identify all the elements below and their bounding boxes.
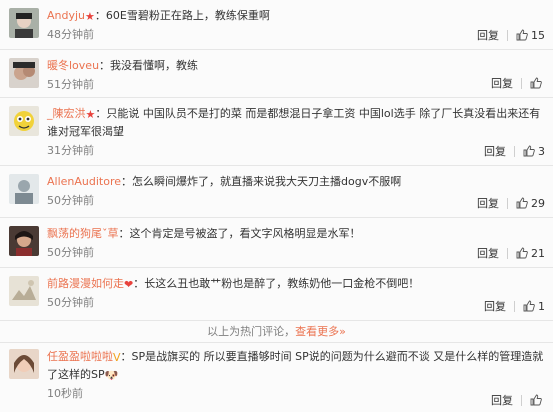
reply-button[interactable]: 回复 (484, 143, 506, 159)
avatar[interactable] (9, 58, 39, 88)
star-badge-icon: ★ (85, 10, 95, 23)
see-more-link[interactable]: 查看更多» (295, 325, 346, 338)
avatar[interactable] (9, 276, 39, 306)
like-count: 29 (531, 196, 545, 210)
action-divider (507, 197, 508, 209)
username-link[interactable]: _陳宏洪 (47, 107, 86, 120)
comment-text: 这个肯定是号被盗了，看文字风格明显是水军！ (129, 227, 361, 240)
comment-time: 50分钟前 (47, 194, 94, 207)
comment-item: AllenAuditore：怎么瞬间爆炸了，就直播来说我大天刀主播dogv不服啊… (0, 166, 553, 218)
username-link[interactable]: 前路漫漫如何走 (47, 277, 124, 290)
action-divider (521, 394, 522, 406)
avatar[interactable] (9, 226, 39, 256)
action-divider (521, 77, 522, 89)
like-count: 21 (531, 246, 545, 260)
comment-time: 51分钟前 (47, 78, 94, 91)
reply-button[interactable]: 回复 (477, 195, 499, 211)
comment-time: 50分钟前 (47, 296, 94, 309)
comment-time: 31分钟前 (47, 144, 94, 157)
thumbs-up-icon[interactable] (516, 247, 528, 259)
avatar[interactable] (9, 8, 39, 38)
action-divider (514, 145, 515, 157)
comment-text: 长这么丑也敢艹粉也是醉了，教练奶他一口金枪不倒吧！ (144, 277, 420, 290)
vip-badge-icon: V (113, 351, 121, 364)
heart-badge-icon: ❤ (124, 278, 134, 291)
thumbs-up-icon[interactable] (523, 145, 535, 157)
thumbs-up-icon[interactable] (530, 77, 542, 89)
comment-text: 怎么瞬间爆炸了，就直播来说我大天刀主播dogv不服啊 (132, 175, 402, 188)
comment-text: 我没看懂啊，教练 (110, 59, 199, 72)
comment-item: 飘荡的狗尾ˇ草：这个肯定是号被盗了，看文字风格明显是水军！ 50分钟前 回复 2… (0, 218, 553, 268)
like-count: 1 (538, 299, 545, 313)
username-link[interactable]: Andyju (47, 9, 85, 22)
comment-text: 60E雪碧粉正在路上，教练保重啊 (105, 9, 270, 22)
action-divider (514, 300, 515, 312)
thumbs-up-icon[interactable] (516, 197, 528, 209)
hot-comments-bar: 以上为热门评论，查看更多» (0, 321, 553, 343)
comment-time: 10秒前 (47, 387, 83, 400)
comment-text: 只能说 中国队员不是打的菜 而是都想混日子拿工资 中国lol选手 除了厂长真没看… (47, 107, 541, 138)
username-link[interactable]: 任盈盈啦啦啦 (47, 350, 113, 363)
comment-time: 50分钟前 (47, 246, 94, 259)
comment-item: 任盈盈啦啦啦V：SP是战旗买的 所以要直播够时间 SP说的问题为什么避而不谈 又… (0, 343, 553, 412)
comment-item: 暖冬loveu：我没看懂啊，教练 51分钟前 回复 (0, 50, 553, 98)
action-divider (507, 247, 508, 259)
comment-item: 前路漫漫如何走❤：长这么丑也敢艹粉也是醉了，教练奶他一口金枪不倒吧！ 50分钟前… (0, 268, 553, 321)
comment-item: Andyju★：60E雪碧粉正在路上，教练保重啊 48分钟前 回复 15 (0, 0, 553, 50)
reply-button[interactable]: 回复 (491, 75, 513, 91)
thumbs-up-icon[interactable] (523, 300, 535, 312)
action-divider (507, 29, 508, 41)
avatar[interactable] (9, 106, 39, 136)
hot-comments-label: 以上为热门评论， (207, 325, 296, 338)
username-link[interactable]: 飘荡的狗尾ˇ草 (47, 227, 119, 240)
comment-time: 48分钟前 (47, 28, 94, 41)
reply-button[interactable]: 回复 (477, 245, 499, 261)
dog-face-emoji-icon: 🐶 (104, 369, 119, 382)
comment-item: _陳宏洪★：只能说 中国队员不是打的菜 而是都想混日子拿工资 中国lol选手 除… (0, 98, 553, 166)
like-count: 3 (538, 144, 545, 158)
thumbs-up-icon[interactable] (530, 394, 542, 406)
reply-button[interactable]: 回复 (477, 27, 499, 43)
star-badge-icon: ★ (85, 108, 96, 121)
avatar[interactable] (9, 174, 39, 204)
reply-button[interactable]: 回复 (491, 392, 513, 408)
thumbs-up-icon[interactable] (516, 29, 528, 41)
reply-button[interactable]: 回复 (484, 298, 506, 314)
username-link[interactable]: AllenAuditore (47, 175, 121, 188)
like-count: 15 (531, 28, 545, 42)
username-link[interactable]: 暖冬loveu (47, 59, 99, 72)
avatar[interactable] (9, 349, 39, 379)
